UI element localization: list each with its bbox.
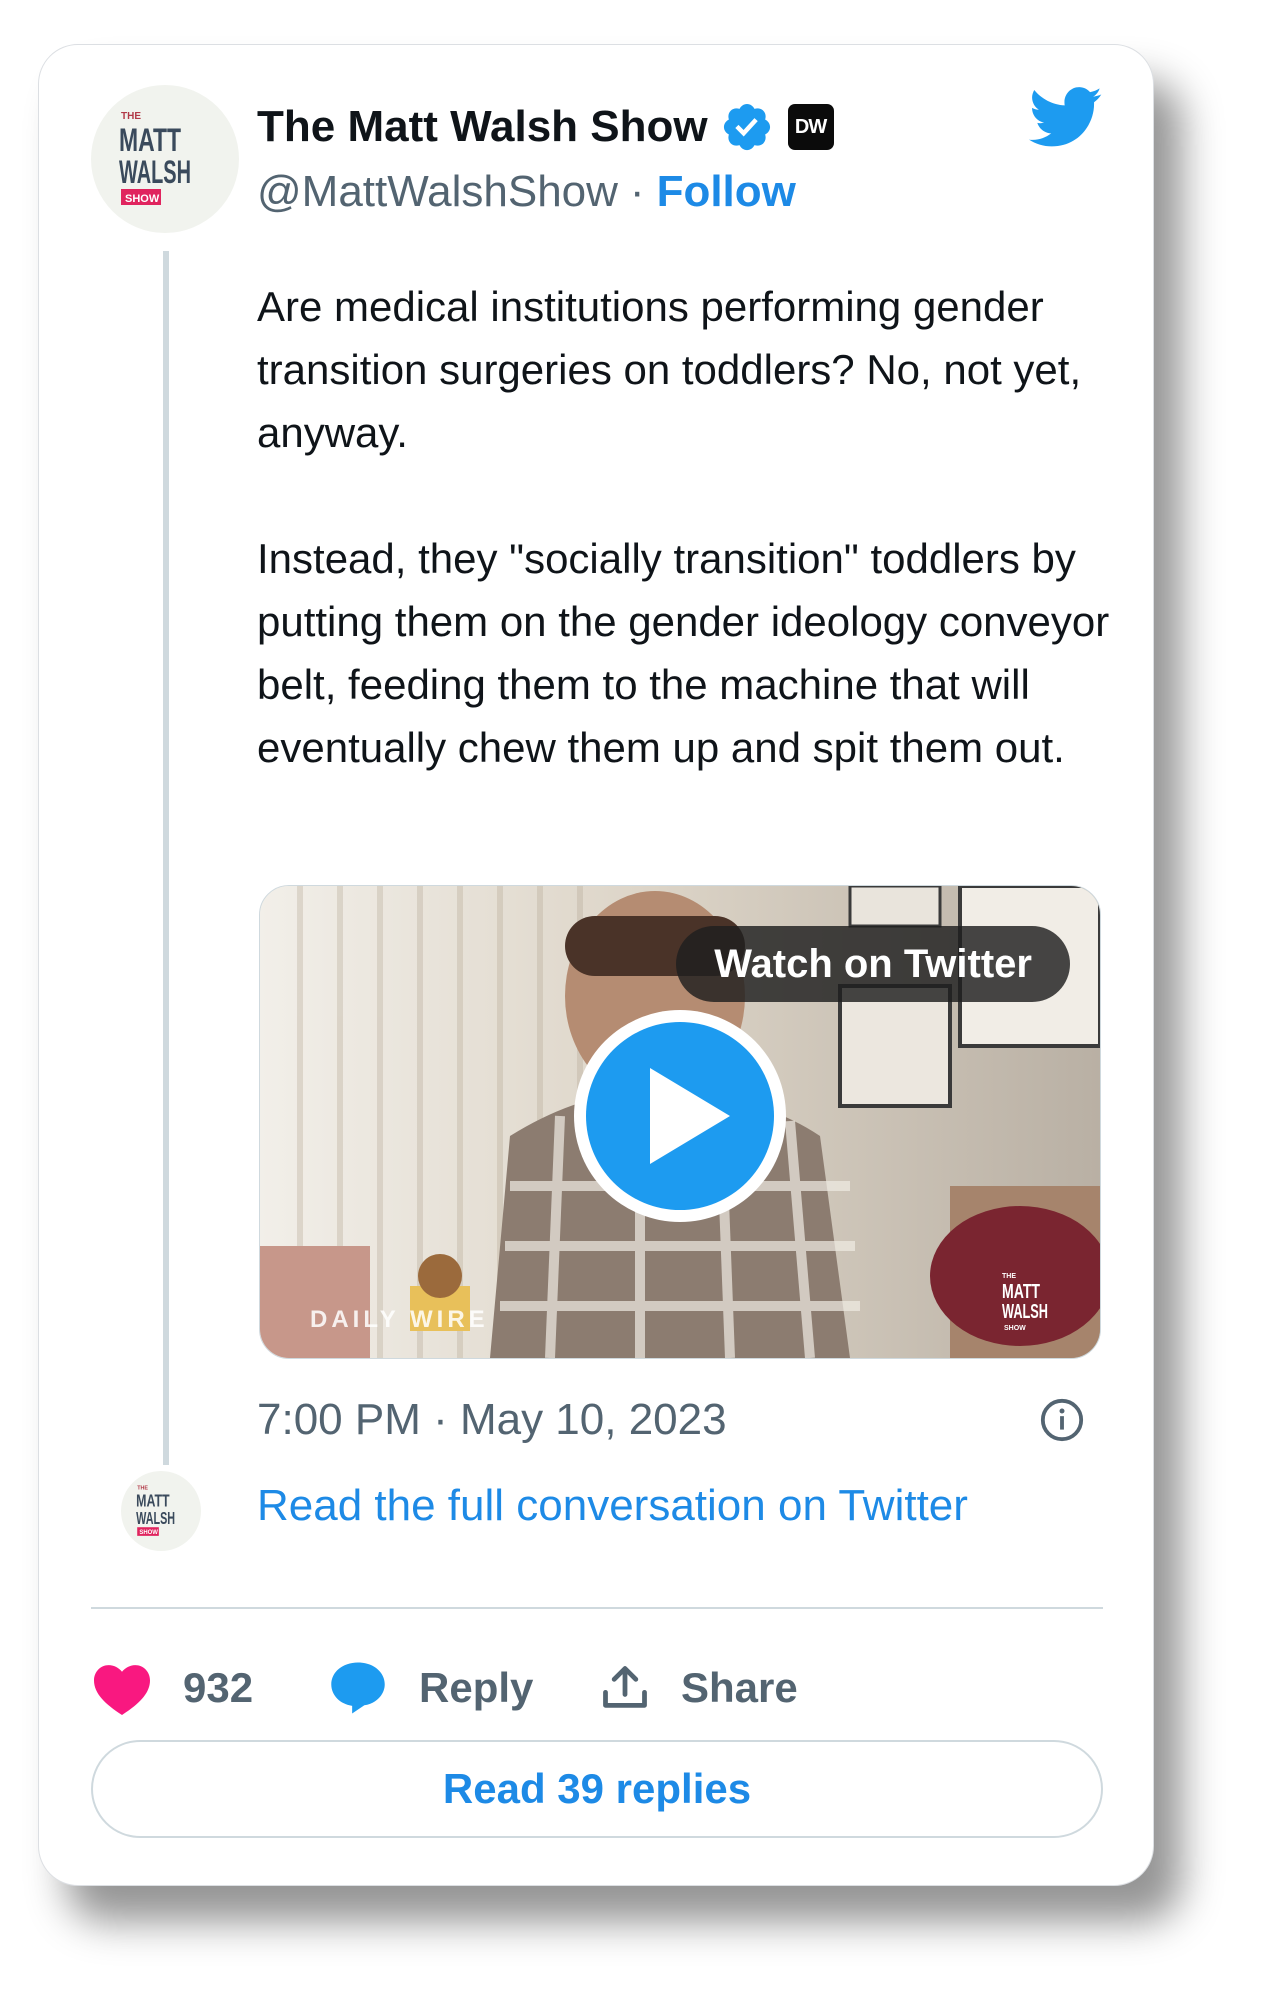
svg-text:SHOW: SHOW bbox=[125, 193, 160, 205]
tweet-timestamp[interactable]: 7:00 PM · May 10, 2023 bbox=[257, 1395, 727, 1445]
reply-bubble-icon bbox=[331, 1662, 385, 1714]
author-handle[interactable]: @MattWalshShow bbox=[257, 167, 618, 217]
like-count: 932 bbox=[183, 1664, 254, 1711]
svg-text:SHOW: SHOW bbox=[139, 1530, 158, 1536]
svg-text:THE: THE bbox=[1002, 1273, 1016, 1280]
handle-row: @MattWalshShow · Follow bbox=[257, 167, 796, 217]
daily-wire-watermark: DAILY WIRE bbox=[310, 1306, 489, 1333]
divider bbox=[91, 1607, 1103, 1609]
tweet-text: Are medical institutions performing gend… bbox=[257, 283, 1110, 771]
share-button[interactable]: Share bbox=[599, 1660, 798, 1716]
follow-button[interactable]: Follow bbox=[657, 167, 796, 217]
avatar[interactable]: THE MATT WALSH SHOW bbox=[91, 85, 239, 233]
svg-text:WALSH: WALSH bbox=[119, 154, 191, 190]
svg-text:WALSH: WALSH bbox=[136, 1508, 175, 1528]
read-full-conversation-link[interactable]: Read the full conversation on Twitter bbox=[257, 1481, 968, 1531]
video-thumbnail[interactable]: Watch on Twitter DAILY WIRE THE MATT WAL… bbox=[259, 885, 1101, 1359]
reply-label: Reply bbox=[419, 1664, 534, 1711]
svg-text:MATT: MATT bbox=[1002, 1281, 1040, 1303]
author-name[interactable]: The Matt Walsh Show bbox=[257, 102, 708, 152]
svg-text:WALSH: WALSH bbox=[1002, 1301, 1048, 1323]
read-replies-button[interactable]: Read 39 replies bbox=[91, 1740, 1103, 1838]
svg-text:THE: THE bbox=[121, 111, 141, 122]
matt-walsh-show-logo-small: THE MATT WALSH SHOW bbox=[136, 1485, 175, 1536]
share-icon bbox=[603, 1666, 647, 1708]
play-icon[interactable] bbox=[570, 1006, 790, 1226]
like-button[interactable]: 932 bbox=[91, 1660, 327, 1716]
svg-text:SHOW: SHOW bbox=[1004, 1325, 1026, 1332]
affiliate-badge: DW bbox=[787, 104, 834, 150]
matt-walsh-watermark: THE MATT WALSH SHOW bbox=[1002, 1273, 1048, 1332]
matt-walsh-show-logo: THE MATT WALSH SHOW bbox=[119, 111, 191, 205]
watch-on-twitter-button[interactable]: Watch on Twitter bbox=[676, 926, 1070, 1002]
separator-dot: · bbox=[629, 167, 645, 216]
twitter-bird-icon[interactable] bbox=[1029, 87, 1103, 149]
read-replies-label: Read 39 replies bbox=[442, 1765, 752, 1812]
verified-badge-icon bbox=[723, 103, 770, 151]
watch-on-twitter-label: Watch on Twitter bbox=[714, 941, 1032, 986]
action-bar: 932 Reply Share bbox=[91, 1653, 798, 1723]
reply-button[interactable]: Reply bbox=[327, 1660, 599, 1716]
svg-text:MATT: MATT bbox=[119, 122, 181, 158]
embedded-tweet-card: THE MATT WALSH SHOW The Matt Walsh Show … bbox=[38, 44, 1154, 1886]
thread-line bbox=[163, 251, 169, 1465]
info-icon[interactable] bbox=[1039, 1397, 1085, 1443]
avatar-small[interactable]: THE MATT WALSH SHOW bbox=[121, 1471, 201, 1551]
author-name-row: The Matt Walsh Show DW bbox=[257, 97, 834, 157]
affiliate-badge-label: DW bbox=[794, 115, 827, 138]
share-label: Share bbox=[681, 1664, 798, 1711]
heart-icon bbox=[94, 1665, 150, 1715]
